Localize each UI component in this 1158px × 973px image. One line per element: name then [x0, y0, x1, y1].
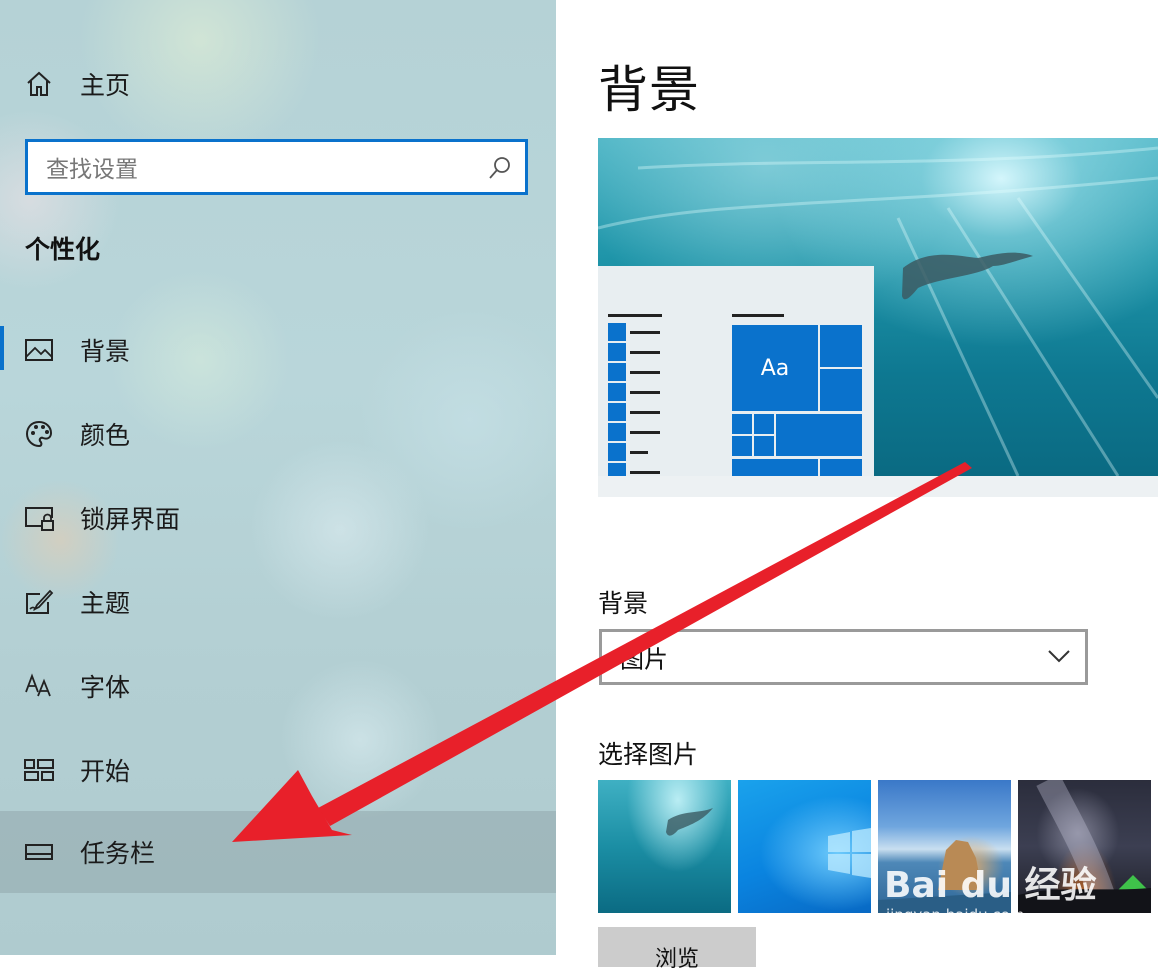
palette-icon: [22, 419, 56, 449]
sidebar-item-label: 背景: [80, 337, 131, 366]
sidebar-item-color[interactable]: 颜色: [0, 404, 556, 464]
sidebar-item-label: 字体: [80, 673, 131, 702]
search-placeholder: 查找设置: [46, 157, 138, 183]
sidebar-item-taskbar[interactable]: 任务栏: [0, 811, 556, 893]
nav-home-label: 主页: [80, 71, 131, 100]
search-icon: [489, 157, 510, 179]
start-icon: [22, 755, 56, 785]
sidebar-item-lock-screen[interactable]: 锁屏界面: [0, 488, 556, 548]
sidebar-item-label: 任务栏: [80, 839, 156, 868]
picture-thumbnail-underwater[interactable]: [598, 780, 731, 913]
watermark-url: jingyan.baidu.com: [886, 906, 1025, 924]
sidebar-item-font[interactable]: 字体: [0, 656, 556, 716]
picture-thumbnail-windows[interactable]: [738, 780, 871, 913]
preview-taskbar: [598, 476, 1158, 497]
chevron-down-icon: [1048, 650, 1070, 663]
font-icon: [22, 671, 56, 701]
taskbar-icon: [22, 837, 56, 867]
baidu-jingyan-watermark: Bai du 经验 jingyan.baidu.com: [884, 848, 1104, 928]
sidebar: 主页 查找设置 个性化 背景 颜色 锁屏界面 主题 字体 开始 任务栏: [0, 0, 556, 955]
nav-home[interactable]: 主页: [0, 54, 556, 114]
section-title: 个性化: [25, 235, 101, 264]
choose-picture-label: 选择图片: [598, 740, 699, 769]
page-title: 背景: [598, 61, 700, 119]
home-icon: [22, 69, 56, 99]
lock-screen-icon: [22, 503, 56, 533]
sidebar-item-label: 开始: [80, 757, 131, 786]
sidebar-item-label: 锁屏界面: [80, 505, 181, 534]
sidebar-item-label: 主题: [80, 589, 131, 618]
browse-button[interactable]: 浏览: [598, 927, 756, 972]
sidebar-item-background[interactable]: 背景: [0, 320, 556, 380]
background-type-dropdown[interactable]: 图片: [599, 629, 1088, 685]
sidebar-item-start[interactable]: 开始: [0, 740, 556, 800]
theme-icon: [22, 587, 56, 617]
preview-sample-text: Aa: [760, 355, 790, 381]
search-input[interactable]: 查找设置: [25, 139, 528, 195]
watermark-text: Bai du 经验: [884, 865, 1097, 906]
sidebar-item-theme[interactable]: 主题: [0, 572, 556, 632]
background-preview: Aa: [598, 138, 1158, 497]
sidebar-item-label: 颜色: [80, 421, 131, 450]
dropdown-value: 图片: [620, 645, 668, 674]
preview-start-menu: Aa: [598, 266, 874, 476]
background-type-label: 背景: [598, 589, 649, 618]
picture-icon: [22, 335, 56, 365]
